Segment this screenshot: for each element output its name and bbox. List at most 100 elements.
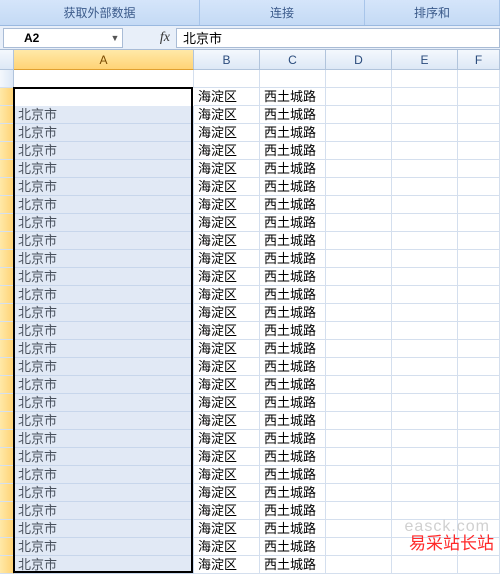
cell[interactable]: 西土城路 xyxy=(260,214,326,232)
cell[interactable] xyxy=(392,142,458,160)
cell[interactable]: 西土城路 xyxy=(260,502,326,520)
cell[interactable] xyxy=(458,286,500,304)
cell[interactable]: 北京市 xyxy=(14,448,194,466)
cell[interactable] xyxy=(14,70,194,88)
cell[interactable]: 北京市 xyxy=(14,466,194,484)
cell[interactable] xyxy=(392,106,458,124)
cell[interactable] xyxy=(458,178,500,196)
row-header[interactable] xyxy=(0,484,14,502)
cell[interactable] xyxy=(458,448,500,466)
cell[interactable]: 海淀区 xyxy=(194,322,260,340)
cell[interactable]: 海淀区 xyxy=(194,484,260,502)
cell[interactable]: 西土城路 xyxy=(260,358,326,376)
cell[interactable]: 海淀区 xyxy=(194,538,260,556)
cell[interactable] xyxy=(458,142,500,160)
cell[interactable]: 西土城路 xyxy=(260,448,326,466)
cell[interactable]: 海淀区 xyxy=(194,160,260,178)
ribbon-group-external-data[interactable]: 获取外部数据 xyxy=(0,0,200,25)
cell[interactable] xyxy=(392,160,458,178)
cell[interactable] xyxy=(392,286,458,304)
cell[interactable]: 北京市 xyxy=(14,376,194,394)
cell[interactable]: 北京市 xyxy=(14,556,194,574)
cell[interactable]: 海淀区 xyxy=(194,304,260,322)
cell[interactable]: 海淀区 xyxy=(194,286,260,304)
row-header[interactable] xyxy=(0,358,14,376)
column-header[interactable]: B xyxy=(194,50,260,70)
cell[interactable]: 西土城路 xyxy=(260,376,326,394)
cell[interactable]: 北京市 xyxy=(14,268,194,286)
cell[interactable] xyxy=(392,196,458,214)
cell[interactable]: 海淀区 xyxy=(194,394,260,412)
cell[interactable] xyxy=(458,304,500,322)
cell[interactable] xyxy=(326,358,392,376)
cell[interactable]: 北京市 xyxy=(14,214,194,232)
row-header[interactable] xyxy=(0,232,14,250)
row-header[interactable] xyxy=(0,196,14,214)
cell[interactable]: 北京市 xyxy=(14,340,194,358)
fx-icon[interactable]: fx xyxy=(126,30,176,46)
cell[interactable] xyxy=(392,124,458,142)
row-header[interactable] xyxy=(0,106,14,124)
ribbon-group-connections[interactable]: 连接 xyxy=(200,0,365,25)
cell[interactable] xyxy=(458,466,500,484)
cell[interactable]: 北京市 xyxy=(14,250,194,268)
cell[interactable] xyxy=(326,466,392,484)
cell[interactable]: 北京市 xyxy=(14,286,194,304)
select-all-corner[interactable] xyxy=(0,50,14,70)
cell[interactable]: 海淀区 xyxy=(194,376,260,394)
name-box[interactable]: A2 ▼ xyxy=(3,28,123,48)
cell[interactable] xyxy=(392,322,458,340)
cell[interactable]: 西土城路 xyxy=(260,466,326,484)
cell[interactable]: 西土城路 xyxy=(260,520,326,538)
cell[interactable] xyxy=(326,106,392,124)
cell[interactable]: 西土城路 xyxy=(260,196,326,214)
cell[interactable]: 西土城路 xyxy=(260,232,326,250)
row-header[interactable] xyxy=(0,430,14,448)
cell[interactable] xyxy=(392,178,458,196)
cell[interactable] xyxy=(458,358,500,376)
row-header[interactable] xyxy=(0,286,14,304)
cell[interactable] xyxy=(392,70,458,88)
cell[interactable] xyxy=(326,88,392,106)
row-header[interactable] xyxy=(0,160,14,178)
cell[interactable] xyxy=(326,340,392,358)
cell[interactable]: 西土城路 xyxy=(260,88,326,106)
row-header[interactable] xyxy=(0,394,14,412)
cell[interactable]: 北京市 xyxy=(14,502,194,520)
column-header[interactable]: E xyxy=(392,50,458,70)
cell[interactable] xyxy=(392,448,458,466)
formula-input[interactable]: 北京市 xyxy=(176,28,500,48)
cell[interactable] xyxy=(458,430,500,448)
cell[interactable] xyxy=(392,88,458,106)
row-header[interactable] xyxy=(0,178,14,196)
cell[interactable]: 北京市 xyxy=(14,394,194,412)
cell[interactable]: 西土城路 xyxy=(260,106,326,124)
cell[interactable]: 西土城路 xyxy=(260,178,326,196)
row-header[interactable] xyxy=(0,556,14,574)
row-header[interactable] xyxy=(0,502,14,520)
row-header[interactable] xyxy=(0,322,14,340)
cell[interactable]: 海淀区 xyxy=(194,412,260,430)
ribbon-group-sort[interactable]: 排序和 xyxy=(365,0,500,25)
cell[interactable] xyxy=(326,160,392,178)
cell[interactable] xyxy=(326,178,392,196)
cell[interactable] xyxy=(326,250,392,268)
row-header[interactable] xyxy=(0,124,14,142)
cell[interactable] xyxy=(458,160,500,178)
cell[interactable] xyxy=(326,394,392,412)
cell[interactable]: 北京市 xyxy=(14,538,194,556)
grid[interactable]: 北京市海淀区西土城路北京市海淀区西土城路北京市海淀区西土城路北京市海淀区西土城路… xyxy=(14,70,500,574)
row-header[interactable] xyxy=(0,520,14,538)
cell[interactable] xyxy=(392,214,458,232)
cell[interactable]: 西土城路 xyxy=(260,538,326,556)
cell[interactable] xyxy=(458,196,500,214)
row-header[interactable] xyxy=(0,538,14,556)
cell[interactable] xyxy=(392,304,458,322)
cell[interactable] xyxy=(458,214,500,232)
cell[interactable] xyxy=(326,412,392,430)
row-header[interactable] xyxy=(0,448,14,466)
cell[interactable]: 北京市 xyxy=(14,196,194,214)
column-header[interactable]: C xyxy=(260,50,326,70)
cell[interactable]: 海淀区 xyxy=(194,214,260,232)
cell[interactable]: 海淀区 xyxy=(194,106,260,124)
